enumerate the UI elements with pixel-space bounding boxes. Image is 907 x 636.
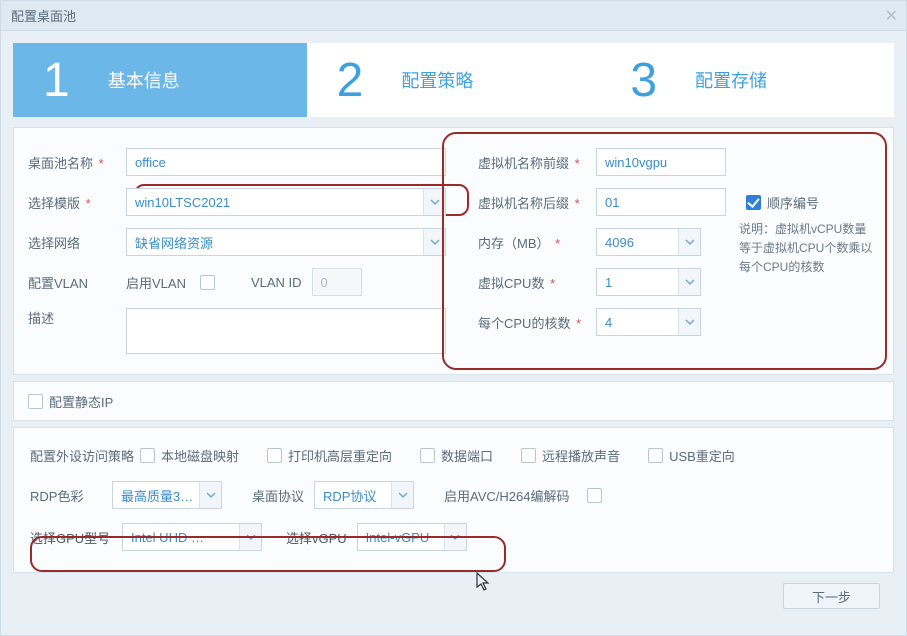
vlan-enable-checkbox[interactable]: [200, 275, 215, 290]
vlan-config-label: 配置VLAN: [28, 273, 126, 292]
chevron-down-icon: [678, 229, 700, 255]
avc-label: 启用AVC/H264编解码: [444, 486, 569, 505]
step-label: 基本信息: [108, 67, 180, 93]
mem-select[interactable]: 4096: [596, 228, 701, 256]
titlebar: 配置桌面池 ✕: [1, 1, 906, 31]
vlan-id-label: VLAN ID: [251, 275, 302, 290]
step-basic-info[interactable]: 1 基本信息: [13, 43, 307, 117]
vcpu-hint: 说明：虚拟机vCPU数量等于虚拟机CPU个数乘以每个CPU的核数: [739, 220, 875, 278]
vlan-id-input: 0: [312, 268, 362, 296]
seq-checkbox[interactable]: [746, 195, 761, 210]
template-select[interactable]: win10LTSC2021: [126, 188, 446, 216]
chevron-down-icon: [423, 229, 445, 255]
chevron-down-icon: [199, 482, 221, 508]
wizard-steps: 1 基本信息 2 配置策略 3 配置存储: [13, 43, 894, 117]
chevron-down-icon: [391, 482, 413, 508]
template-label: 选择模版 *: [28, 193, 126, 212]
periph-policy-label: 配置外设访问策略: [30, 446, 140, 465]
vgpu-label: 选择vGPU: [286, 528, 347, 547]
step-number: 1: [43, 53, 70, 108]
chevron-down-icon: [239, 524, 261, 550]
printer-checkbox[interactable]: [267, 448, 282, 463]
footer: 下一步: [13, 573, 894, 619]
panel-static-ip: 配置静态IP: [13, 381, 894, 421]
static-ip-checkbox[interactable]: [28, 394, 43, 409]
proto-label: 桌面协议: [252, 486, 304, 505]
mem-label: 内存（MB） *: [478, 233, 596, 252]
data-port-checkbox[interactable]: [420, 448, 435, 463]
cores-label: 每个CPU的核数 *: [478, 313, 596, 332]
step-label: 配置策略: [401, 67, 473, 93]
chevron-down-icon: [423, 189, 445, 215]
seq-label: 顺序编号: [767, 193, 819, 212]
remote-audio-checkbox[interactable]: [521, 448, 536, 463]
step-label: 配置存储: [695, 67, 767, 93]
step-storage[interactable]: 3 配置存储: [600, 43, 894, 117]
dialog-title: 配置桌面池: [11, 6, 76, 25]
usb-checkbox[interactable]: [648, 448, 663, 463]
panel-peripheral: 配置外设访问策略 本地磁盘映射 打印机高层重定向 数据端口 远程播放声音 USB…: [13, 427, 894, 573]
close-icon[interactable]: ✕: [885, 6, 898, 26]
gpu-label: 选择GPU型号: [30, 528, 122, 547]
panel-basic: 桌面池名称 * office 选择模版 * win10LTSC2021 选择网络…: [13, 127, 894, 375]
vm-suffix-label: 虚拟机名称后缀 *: [478, 193, 596, 212]
desc-label: 描述: [28, 308, 126, 327]
vlan-enable-label: 启用VLAN: [126, 273, 186, 292]
step-number: 3: [630, 53, 657, 108]
cursor-icon: [476, 572, 492, 592]
network-label: 选择网络: [28, 233, 126, 252]
network-select[interactable]: 缺省网络资源: [126, 228, 446, 256]
vm-suffix-input[interactable]: 01: [596, 188, 726, 216]
vcpu-label: 虚拟CPU数 *: [478, 273, 596, 292]
vcpu-select[interactable]: 1: [596, 268, 701, 296]
avc-checkbox[interactable]: [587, 488, 602, 503]
chevron-down-icon: [678, 269, 700, 295]
proto-select[interactable]: RDP协议: [314, 481, 414, 509]
pool-name-input[interactable]: office: [126, 148, 446, 176]
pool-name-label: 桌面池名称 *: [28, 153, 126, 172]
cores-select[interactable]: 4: [596, 308, 701, 336]
dialog-config-desktop-pool: 配置桌面池 ✕ 1 基本信息 2 配置策略 3 配置存储 桌面池名称 * off…: [0, 0, 907, 636]
gpu-select[interactable]: Intel UHD Graphics: [122, 523, 262, 551]
static-ip-label: 配置静态IP: [49, 392, 113, 411]
rdp-color-select[interactable]: 最高质量32位: [112, 481, 222, 509]
desc-textarea[interactable]: [126, 308, 446, 354]
vm-prefix-input[interactable]: win10vgpu: [596, 148, 726, 176]
step-number: 2: [337, 53, 364, 108]
chevron-down-icon: [678, 309, 700, 335]
local-disk-checkbox[interactable]: [140, 448, 155, 463]
vm-prefix-label: 虚拟机名称前缀 *: [478, 153, 596, 172]
next-button[interactable]: 下一步: [783, 583, 880, 609]
vgpu-select[interactable]: Intel-vGPU: [357, 523, 467, 551]
chevron-down-icon: [444, 524, 466, 550]
rdp-color-label: RDP色彩: [30, 486, 102, 505]
step-policy[interactable]: 2 配置策略: [307, 43, 601, 117]
